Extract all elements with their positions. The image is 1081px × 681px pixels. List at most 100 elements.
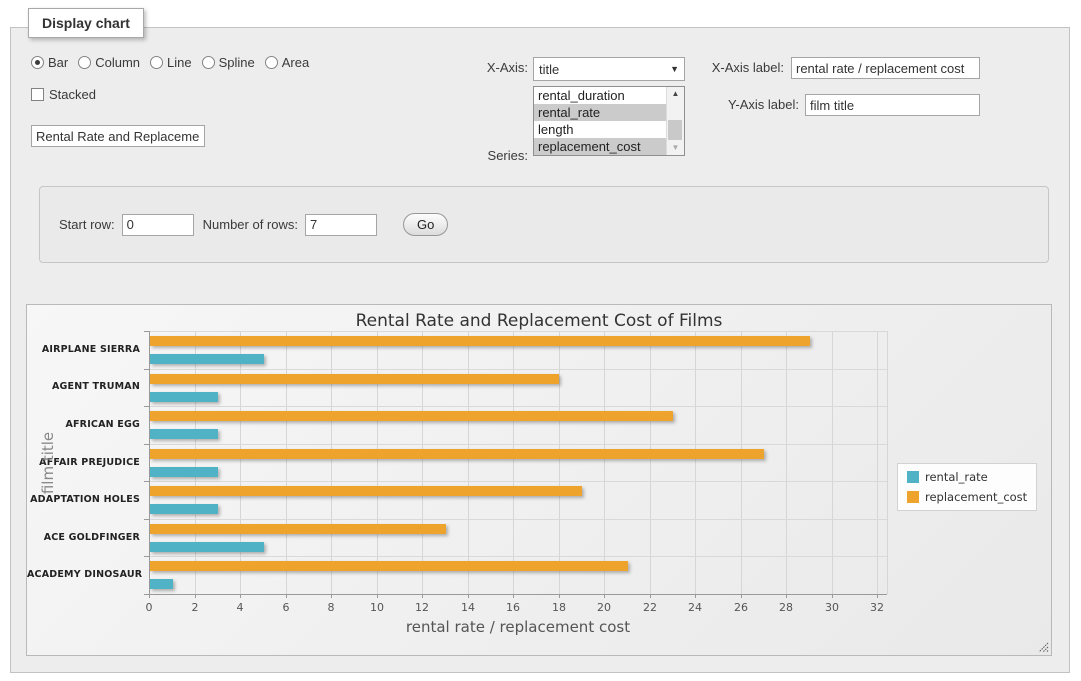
series-option-rental_duration[interactable]: rental_duration (534, 87, 666, 104)
go-button[interactable]: Go (403, 213, 448, 236)
x-axis-tick (695, 594, 696, 598)
chart-title-input[interactable] (31, 125, 205, 147)
gridline (286, 331, 287, 594)
x-axis-tick (604, 594, 605, 598)
chart-type-radio-area[interactable]: Area (265, 55, 309, 70)
gridline (513, 331, 514, 594)
series-listbox[interactable]: rental_durationrental_ratelengthreplacem… (533, 86, 685, 156)
x-tick-label: 12 (407, 601, 437, 614)
category-separator (149, 331, 887, 332)
num-rows-input[interactable] (305, 214, 377, 236)
bar-replacement_cost[interactable] (150, 486, 582, 496)
plot-right-border (887, 331, 888, 594)
stacked-label: Stacked (49, 87, 96, 102)
bar-replacement_cost[interactable] (150, 411, 673, 421)
series-listbox-label: Series: (448, 148, 528, 163)
scrollbar-thumb[interactable] (668, 120, 682, 140)
x-tick-label: 28 (771, 601, 801, 614)
x-tick-label: 4 (225, 601, 255, 614)
scroll-down-icon[interactable]: ▼ (667, 141, 684, 155)
chart-type-radio-column[interactable]: Column (78, 55, 140, 70)
chart-container: 02468101214161820222426283032AIRPLANE SI… (26, 304, 1052, 656)
display-chart-panel: Display chart BarColumnLineSplineArea St… (10, 27, 1070, 673)
chart-type-radio-group: Bar Column Line Spline Area (31, 55, 309, 70)
legend-label: replacement_cost (925, 490, 1027, 504)
radio-icon[interactable] (31, 56, 44, 69)
stacked-checkbox[interactable] (31, 88, 44, 101)
bar-replacement_cost[interactable] (150, 524, 446, 534)
category-label: AFRICAN EGG (27, 419, 140, 430)
gridline (604, 331, 605, 594)
bar-rental_rate[interactable] (150, 467, 218, 477)
bar-rental_rate[interactable] (150, 429, 218, 439)
y-axis-label-input[interactable] (805, 94, 980, 116)
x-axis-tick (422, 594, 423, 598)
series-option-length[interactable]: length (534, 121, 666, 138)
radio-icon[interactable] (265, 56, 278, 69)
radio-icon[interactable] (202, 56, 215, 69)
stacked-checkbox-row[interactable]: Stacked (31, 87, 96, 102)
chart-type-radio-line[interactable]: Line (150, 55, 192, 70)
start-row-label: Start row: (59, 217, 115, 232)
resize-grip-icon[interactable] (1038, 642, 1049, 653)
bar-replacement_cost[interactable] (150, 374, 559, 384)
chart-type-radio-spline[interactable]: Spline (202, 55, 255, 70)
x-axis-title: rental rate / replacement cost (149, 618, 887, 636)
chart-type-radio-bar[interactable]: Bar (31, 55, 68, 70)
series-option-replacement_cost[interactable]: replacement_cost (534, 138, 666, 155)
legend-item-rental_rate[interactable]: rental_rate (907, 470, 1027, 484)
y-axis-tick (144, 519, 149, 520)
gridline (240, 331, 241, 594)
category-label: ACE GOLDFINGER (27, 532, 140, 543)
x-axis-select[interactable]: title ▼ (533, 57, 685, 81)
bar-rental_rate[interactable] (150, 392, 218, 402)
x-axis-tick (331, 594, 332, 598)
x-tick-label: 8 (316, 601, 346, 614)
x-tick-label: 30 (817, 601, 847, 614)
gridline (195, 331, 196, 594)
y-axis-tick (144, 406, 149, 407)
start-row-input[interactable] (122, 214, 194, 236)
x-axis-label-label: X-Axis label: (664, 60, 784, 75)
legend-label: rental_rate (925, 470, 988, 484)
chart-title: Rental Rate and Replacement Cost of Film… (27, 311, 1051, 331)
x-tick-label: 16 (498, 601, 528, 614)
chart-canvas: 02468101214161820222426283032AIRPLANE SI… (27, 305, 1051, 655)
bar-replacement_cost[interactable] (150, 336, 810, 346)
x-tick-label: 14 (453, 601, 483, 614)
radio-icon[interactable] (78, 56, 91, 69)
x-axis-tick (832, 594, 833, 598)
num-rows-label: Number of rows: (203, 217, 298, 232)
x-tick-label: 26 (726, 601, 756, 614)
bar-replacement_cost[interactable] (150, 449, 764, 459)
chart-legend: rental_rate replacement_cost (897, 463, 1037, 511)
gridline (468, 331, 469, 594)
legend-item-replacement_cost[interactable]: replacement_cost (907, 490, 1027, 504)
x-axis-tick (377, 594, 378, 598)
radio-label: Line (167, 55, 192, 70)
bar-rental_rate[interactable] (150, 542, 264, 552)
category-label: ADAPTATION HOLES (27, 494, 140, 505)
x-axis-tick (286, 594, 287, 598)
x-axis-tick (741, 594, 742, 598)
category-separator (149, 406, 887, 407)
y-axis-tick (144, 444, 149, 445)
bar-rental_rate[interactable] (150, 354, 264, 364)
category-label: AGENT TRUMAN (27, 381, 140, 392)
x-axis-label-input[interactable] (791, 57, 980, 79)
x-tick-label: 10 (362, 601, 392, 614)
x-axis-selected-value: title (539, 62, 670, 77)
series-option-rental_rate[interactable]: rental_rate (534, 104, 666, 121)
bar-rental_rate[interactable] (150, 579, 173, 589)
series-listbox-options: rental_durationrental_ratelengthreplacem… (534, 87, 666, 155)
legend-swatch-icon (907, 471, 919, 483)
bar-replacement_cost[interactable] (150, 561, 628, 571)
gridline (377, 331, 378, 594)
bar-rental_rate[interactable] (150, 504, 218, 514)
y-axis-label-label: Y-Axis label: (679, 97, 799, 112)
radio-icon[interactable] (150, 56, 163, 69)
x-tick-label: 2 (180, 601, 210, 614)
gridline (877, 331, 878, 594)
y-axis-line (149, 331, 150, 594)
x-tick-label: 6 (271, 601, 301, 614)
